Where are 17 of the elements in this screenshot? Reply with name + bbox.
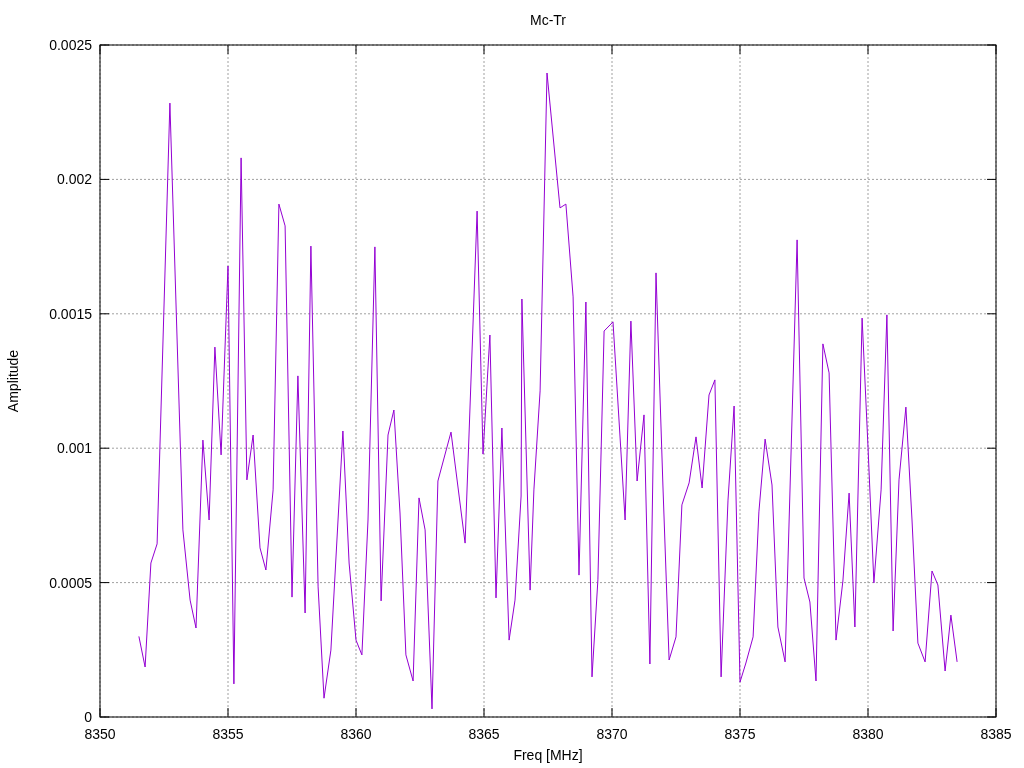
- x-axis-label: Freq [MHz]: [513, 747, 583, 763]
- tick-label: 8350: [84, 726, 116, 742]
- tick-label: 0.0015: [49, 305, 92, 322]
- tick-label: 8380: [852, 726, 884, 742]
- tick-label: 0.0005: [49, 574, 92, 591]
- tick-label: 8385: [980, 726, 1012, 742]
- tick-label: 8365: [468, 726, 500, 742]
- tick-label: 0: [84, 709, 92, 725]
- y-axis-label: Amplitude: [5, 349, 21, 413]
- tick-label: 0.001: [56, 440, 92, 457]
- chart-title: Mc-Tr: [530, 12, 566, 28]
- tick-label: 8360: [340, 726, 372, 742]
- tick-label: 8355: [212, 726, 244, 742]
- tick-label: 0.0025: [49, 37, 92, 53]
- tick-label: 8375: [724, 726, 756, 742]
- tick-label: 8370: [596, 726, 628, 742]
- tick-label: 0.002: [56, 171, 92, 188]
